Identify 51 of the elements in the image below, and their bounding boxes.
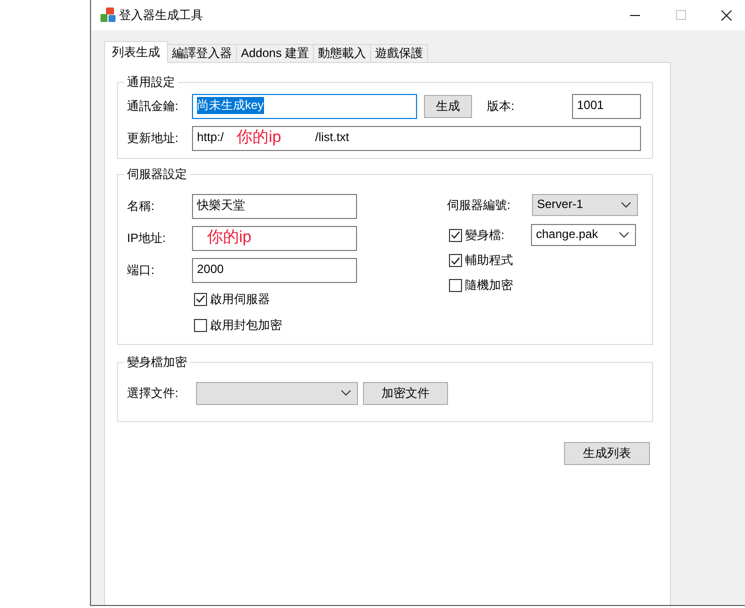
group-title: 變身檔加密 bbox=[126, 355, 188, 370]
field-label: 通訊金鑰: bbox=[127, 99, 180, 114]
annotation-text: 你的ip bbox=[207, 228, 252, 247]
checkmark-icon bbox=[451, 231, 460, 239]
chevron-down-icon bbox=[341, 390, 351, 396]
field-label: 更新地址: bbox=[127, 131, 180, 146]
generate-button[interactable]: 生成 bbox=[424, 95, 472, 118]
checkbox[interactable] bbox=[449, 228, 462, 242]
field-text: http:/ bbox=[197, 130, 224, 145]
tab[interactable]: 列表生成 bbox=[104, 41, 168, 63]
input-field[interactable]: 2000 bbox=[192, 258, 357, 283]
version-field[interactable]: 1001 bbox=[572, 94, 641, 119]
checkmark-icon bbox=[451, 256, 460, 264]
tab[interactable]: 編譯登入器 bbox=[167, 44, 237, 62]
checkbox-label[interactable]: 變身檔: bbox=[465, 228, 504, 242]
checkmark-icon bbox=[196, 295, 205, 303]
encrypt-button[interactable]: 加密文件 bbox=[363, 382, 448, 404]
generate-list-button[interactable]: 生成列表 bbox=[564, 442, 650, 465]
chevron-down-icon bbox=[621, 202, 631, 208]
field-label: IP地址: bbox=[127, 231, 167, 246]
field-label: 端口: bbox=[127, 263, 156, 278]
field-label: 名稱: bbox=[127, 199, 156, 214]
tab[interactable]: 動態載入 bbox=[313, 44, 372, 62]
checkbox[interactable] bbox=[449, 254, 462, 267]
input-field[interactable]: 你的ip bbox=[192, 226, 357, 251]
dropdown[interactable]: change.pak bbox=[531, 224, 636, 246]
checkbox-label[interactable]: 啟用封包加密 bbox=[210, 318, 282, 332]
input-field[interactable]: 快樂天堂 bbox=[192, 194, 357, 219]
checkbox[interactable] bbox=[194, 318, 207, 332]
checkbox[interactable] bbox=[194, 292, 207, 306]
window-title: 登入器生成工具 bbox=[119, 8, 203, 22]
checkbox-label[interactable]: 輔助程式 bbox=[465, 253, 513, 268]
close-icon bbox=[721, 10, 732, 20]
field-label: 伺服器編號: bbox=[447, 198, 512, 212]
checkbox[interactable] bbox=[449, 279, 462, 292]
blocks-icon bbox=[100, 7, 116, 23]
maximize-icon bbox=[676, 10, 686, 20]
checkbox-label[interactable]: 啟用伺服器 bbox=[210, 292, 270, 306]
annotation-text: 你的ip bbox=[236, 128, 282, 147]
key-field[interactable]: 尚未生成key bbox=[192, 94, 417, 119]
checkbox-label[interactable]: 隨機加密 bbox=[465, 278, 513, 293]
field-label: 版本: bbox=[487, 99, 514, 114]
tab[interactable]: 遊戲保護 bbox=[370, 44, 428, 62]
field-label: 選擇文件: bbox=[127, 386, 180, 400]
minimize-icon bbox=[630, 14, 640, 16]
group-title: 通用設定 bbox=[126, 75, 176, 90]
group-title: 伺服器設定 bbox=[126, 167, 188, 182]
url-field[interactable]: http:/ 你的ip /list.txt bbox=[192, 126, 641, 151]
dropdown[interactable]: Server-1 bbox=[532, 194, 638, 216]
chevron-down-icon bbox=[619, 232, 629, 238]
field-text: /list.txt bbox=[315, 130, 350, 145]
